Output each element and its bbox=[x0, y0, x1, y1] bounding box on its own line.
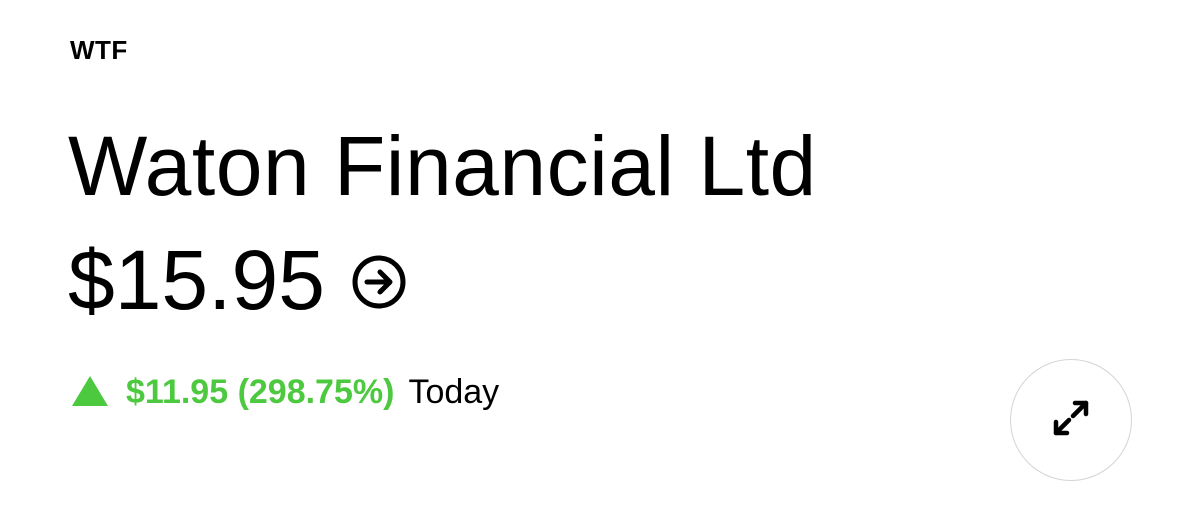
expand-icon bbox=[1049, 396, 1093, 445]
company-name: Waton Financial Ltd bbox=[68, 119, 817, 213]
ticker-symbol: WTF bbox=[70, 35, 128, 65]
up-triangle-icon bbox=[72, 376, 108, 406]
current-price: $15.95 bbox=[68, 233, 325, 327]
arrow-right-circle-icon[interactable] bbox=[351, 254, 407, 310]
expand-button[interactable] bbox=[1010, 359, 1132, 481]
stock-detail-header: WTF Waton Financial Ltd $15.95 $11.95 (2… bbox=[0, 0, 1200, 508]
price-row: $15.95 bbox=[68, 232, 407, 328]
price-change-value: $11.95 (298.75%) bbox=[126, 372, 395, 411]
price-change-row: $11.95 (298.75%) Today bbox=[72, 370, 499, 414]
price-change-period: Today bbox=[408, 372, 500, 411]
